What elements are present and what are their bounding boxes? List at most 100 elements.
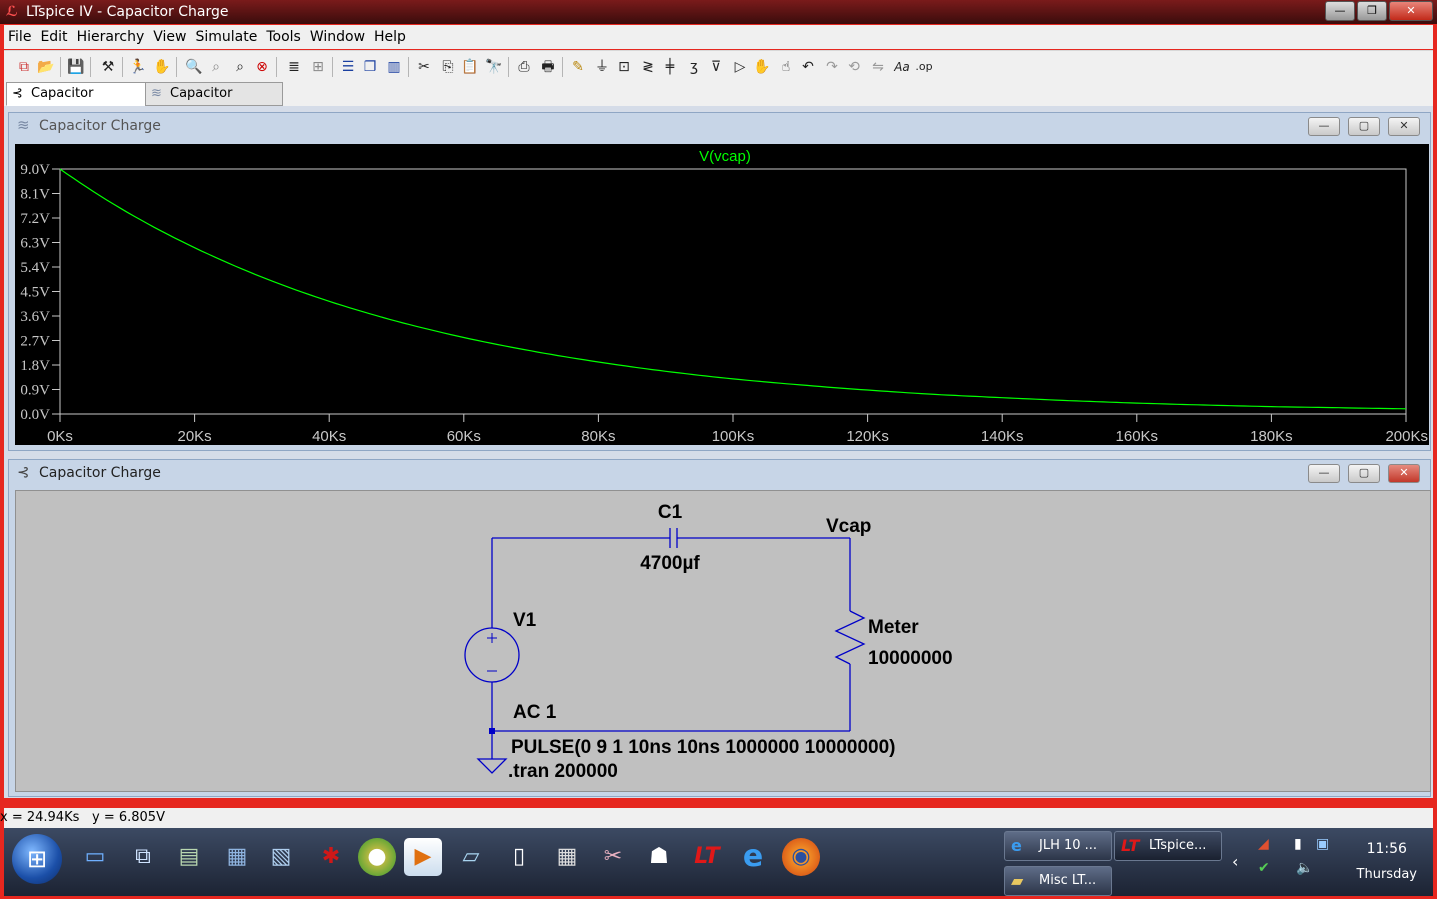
plot-pane[interactable]: V(vcap) 0.0V 0.9V 1.8V 2.7V 3.6V 4.5V 5.4V 6.3V… — [15, 144, 1429, 445]
control-panel-icon[interactable]: ⚒ — [98, 57, 118, 77]
taskbar-button-misc[interactable]: ▰ Misc LT... — [1004, 866, 1112, 896]
trace-label[interactable]: V(vcap) — [699, 148, 751, 165]
app-red-icon[interactable]: ✱ — [312, 838, 350, 876]
calculator-icon[interactable]: ▦ — [548, 838, 586, 876]
notepad-icon[interactable]: ▱ — [452, 838, 490, 876]
zoom-area-icon[interactable]: ⌕ — [206, 57, 226, 77]
resistor-symbol[interactable] — [834, 610, 866, 665]
child-restore-button[interactable]: ▢ — [1348, 464, 1380, 483]
menu-view[interactable]: View — [149, 25, 191, 49]
capacitor-icon[interactable]: ╪ — [660, 57, 680, 77]
device-icon[interactable]: ▮ — [1294, 836, 1302, 852]
resistor-name[interactable]: Meter — [868, 617, 919, 638]
rotate-icon[interactable]: ⟲ — [844, 57, 864, 77]
tran-directive[interactable]: .tran 200000 — [508, 761, 618, 782]
documents-icon[interactable]: ▦ — [218, 838, 256, 876]
zoom-in-icon[interactable]: 🔍 — [184, 57, 204, 77]
copy-icon[interactable]: ⎘ — [438, 57, 458, 77]
ground-icon[interactable]: ⏚ — [592, 57, 612, 77]
taskbar-button-ltspice[interactable]: LT LTspice... — [1114, 831, 1222, 861]
resistor-value[interactable]: 10000000 — [868, 648, 953, 669]
volume-icon[interactable]: 🔈 — [1296, 860, 1313, 876]
inductor-icon[interactable]: ʒ — [684, 57, 704, 77]
media-player-icon[interactable]: ▶ — [404, 838, 442, 876]
show-hidden-icons-chevron-icon[interactable]: ‹ — [1232, 852, 1238, 871]
speaker-alert-icon[interactable]: ◢ — [1258, 836, 1269, 852]
menu-simulate[interactable]: Simulate — [191, 25, 262, 49]
print-icon[interactable]: 🖶 — [538, 57, 558, 77]
schematic-canvas[interactable]: C1 4700µf Vcap V1 AC 1 PULSE(0 9 1 10ns … — [15, 490, 1431, 792]
move-icon[interactable]: ✋ — [752, 57, 772, 77]
chrome-icon[interactable]: ● — [358, 838, 396, 876]
menu-window[interactable]: Window — [306, 25, 370, 49]
security-icon[interactable]: ✔ — [1258, 860, 1270, 876]
source-ac-value[interactable]: AC 1 — [513, 702, 557, 723]
ground-symbol[interactable] — [476, 758, 508, 774]
undo-icon[interactable]: ↶ — [798, 57, 818, 77]
text-icon[interactable]: Aa — [892, 57, 912, 77]
document-icon[interactable]: ▯ — [500, 838, 538, 876]
save-icon[interactable]: 💾 — [66, 57, 86, 77]
tab-waveform[interactable]: ≋ Capacitor Charge — [145, 82, 283, 123]
spice-directive-icon[interactable]: .op — [914, 57, 934, 77]
internet-explorer-icon[interactable]: e — [734, 838, 772, 876]
taskbar-button-jlh[interactable]: e JLH 10 ... — [1004, 831, 1112, 861]
autoscale-icon[interactable]: ≣ — [284, 57, 304, 77]
zoom-cancel-icon[interactable]: ⊗ — [252, 57, 272, 77]
child-close-button[interactable]: ✕ — [1388, 117, 1420, 136]
menu-hierarchy[interactable]: Hierarchy — [73, 25, 150, 49]
open-icon[interactable]: 📂 — [36, 57, 56, 77]
cascade-icon[interactable]: ❐ — [360, 57, 380, 77]
halt-icon[interactable]: ✋ — [152, 57, 172, 77]
capacitor-name[interactable]: C1 — [658, 502, 683, 523]
y-tick-label: 4.5V — [20, 285, 50, 301]
redo-icon[interactable]: ↷ — [822, 57, 842, 77]
source-pulse-value[interactable]: PULSE(0 9 1 10ns 10ns 1000000 10000000) — [511, 737, 896, 758]
fox-app-icon[interactable]: ☗ — [640, 838, 678, 876]
tile-vertical-icon[interactable]: ▥ — [384, 57, 404, 77]
child-close-button[interactable]: ✕ — [1388, 464, 1420, 483]
child-restore-button[interactable]: ▢ — [1348, 117, 1380, 136]
snipping-tool-icon[interactable]: ✂ — [594, 838, 632, 876]
network-icon[interactable]: ▣ — [1316, 836, 1329, 852]
start-button[interactable]: ⊞ — [12, 834, 62, 884]
cut-icon[interactable]: ✂ — [414, 57, 434, 77]
source-name[interactable]: V1 — [513, 610, 537, 631]
child-minimize-button[interactable]: — — [1308, 464, 1340, 483]
system-clock[interactable]: 11:56 Thursday — [1357, 841, 1417, 882]
component-icon[interactable]: ▷ — [730, 57, 750, 77]
run-icon[interactable]: 🏃 — [128, 57, 148, 77]
mirror-icon[interactable]: ⇋ — [868, 57, 888, 77]
ltspice-taskbar-icon[interactable]: LT — [688, 838, 726, 876]
new-schematic-icon[interactable]: ⧉ — [14, 57, 34, 77]
tile-icon[interactable]: ⊞ — [308, 57, 328, 77]
close-button[interactable]: ✕ — [1389, 1, 1433, 21]
paste-icon[interactable]: 📋 — [460, 57, 480, 77]
tab-schematic[interactable]: ⊰ Capacitor Charge — [6, 82, 146, 123]
resistor-icon[interactable]: ≷ — [638, 57, 658, 77]
wire-icon[interactable]: ✎ — [568, 57, 588, 77]
maximize-button[interactable]: ❐ — [1357, 1, 1387, 21]
explorer-icon[interactable]: ▤ — [170, 838, 208, 876]
schematic-icon: ⊰ — [17, 463, 30, 481]
window-switcher-icon[interactable]: ⧉ — [124, 838, 162, 876]
show-desktop-icon[interactable]: ▭ — [76, 838, 114, 876]
diode-icon[interactable]: ⊽ — [706, 57, 726, 77]
print-preview-icon[interactable]: ⎙ — [514, 57, 534, 77]
net-label-vcap[interactable]: Vcap — [826, 516, 871, 537]
menu-file[interactable]: File — [4, 25, 36, 49]
minimize-button[interactable]: — — [1325, 1, 1355, 21]
menu-tools[interactable]: Tools — [262, 25, 306, 49]
waveform-window: ≋ Capacitor Charge — ▢ ✕ V(vcap) 0.0V 0.9… — [8, 112, 1431, 451]
drag-icon[interactable]: ☝ — [776, 57, 796, 77]
zoom-out-icon[interactable]: ⌕ — [230, 57, 250, 77]
tile-horizontal-icon[interactable]: ☰ — [338, 57, 358, 77]
label-icon[interactable]: ⊡ — [614, 57, 634, 77]
menu-edit[interactable]: Edit — [36, 25, 72, 49]
pictures-icon[interactable]: ▧ — [262, 838, 300, 876]
find-icon[interactable]: 🔭 — [484, 57, 504, 77]
firefox-icon[interactable]: ◉ — [782, 838, 820, 876]
child-minimize-button[interactable]: — — [1308, 117, 1340, 136]
capacitor-value[interactable]: 4700µf — [640, 553, 700, 574]
menu-help[interactable]: Help — [370, 25, 411, 49]
